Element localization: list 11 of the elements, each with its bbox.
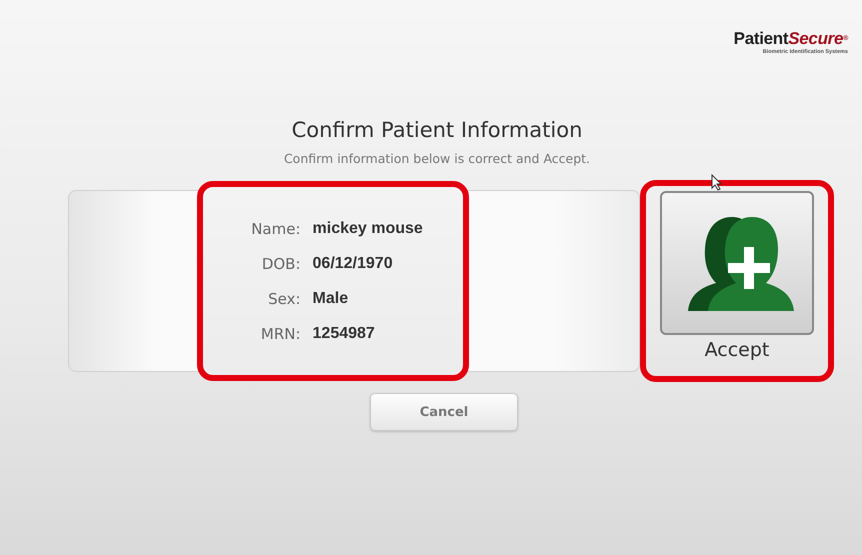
instruction-text: Confirm information below is correct and Accept.: [284, 151, 590, 166]
field-label: Sex:: [267, 290, 301, 308]
field-value: 1254987: [312, 324, 376, 342]
field-value: 06/12/1970: [312, 254, 394, 272]
field-label: MRN:: [260, 324, 301, 342]
field-label: DOB:: [260, 254, 301, 272]
page-title: Confirm Patient Information: [292, 117, 582, 143]
cancel-button[interactable]: Cancel: [370, 393, 518, 431]
field-value: mickey mouse: [312, 220, 423, 238]
field-value: Male: [312, 290, 350, 308]
field-label: Name:: [251, 220, 301, 238]
